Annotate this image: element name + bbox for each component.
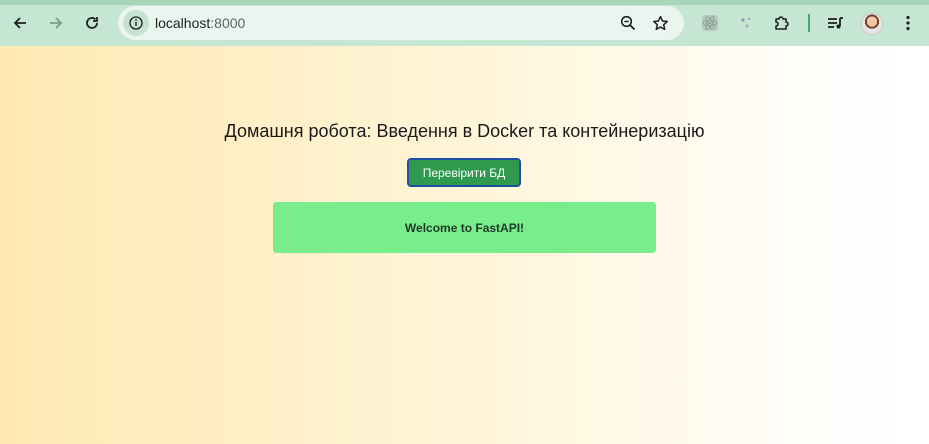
arrow-right-icon <box>50 17 63 29</box>
zoom-out-icon <box>620 15 636 31</box>
url-port: :8000 <box>210 15 246 31</box>
toolbar-separator <box>808 14 810 32</box>
url-text: localhost:8000 <box>155 15 245 31</box>
react-devtools-extension[interactable] <box>696 9 724 37</box>
media-queue-icon <box>828 17 843 29</box>
arrow-left-icon <box>13 17 26 29</box>
react-devtools-icon <box>702 15 718 31</box>
page-content: Домашня робота: Введення в Docker та кон… <box>0 46 929 444</box>
browser-toolbar: localhost:8000 <box>0 0 929 46</box>
page-title: Домашня робота: Введення в Docker та кон… <box>224 121 705 141</box>
url-host: localhost <box>155 15 211 31</box>
kebab-menu-icon <box>906 15 910 31</box>
bookmark-button[interactable] <box>648 11 672 35</box>
media-queue-button[interactable] <box>821 9 849 37</box>
browser-menu-button[interactable] <box>894 9 922 37</box>
profile-avatar[interactable] <box>861 13 883 35</box>
star-icon <box>652 15 668 30</box>
status-message-text: Welcome to FastAPI! <box>404 220 525 235</box>
back-button[interactable] <box>6 9 34 37</box>
puzzle-icon <box>775 16 789 30</box>
address-bar[interactable]: localhost:8000 <box>118 6 684 40</box>
reload-icon <box>86 17 98 29</box>
status-message-box: Welcome to FastAPI! <box>273 202 656 253</box>
sparkle-extension-icon <box>741 17 751 28</box>
info-icon <box>129 16 143 30</box>
zoom-button[interactable] <box>616 11 640 35</box>
extensions-button[interactable] <box>768 9 796 37</box>
check-db-button[interactable]: Перевірити БД <box>407 158 521 187</box>
site-info-button[interactable] <box>123 10 149 36</box>
reload-button[interactable] <box>78 9 106 37</box>
forward-button[interactable] <box>42 9 70 37</box>
sparkle-extension[interactable] <box>732 9 760 37</box>
